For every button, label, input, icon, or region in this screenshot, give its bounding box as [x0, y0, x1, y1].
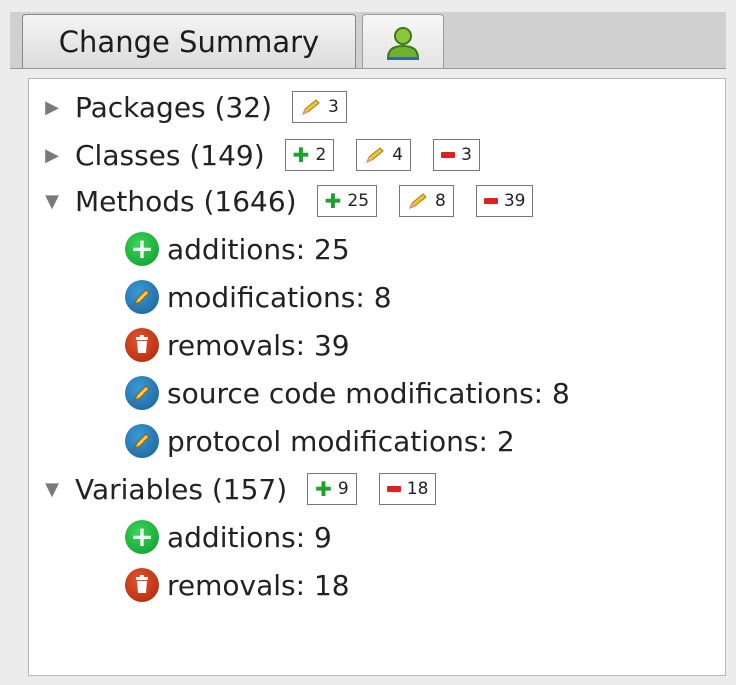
- add-icon: +: [125, 232, 159, 266]
- pencil-icon: [302, 99, 320, 115]
- tab-user[interactable]: [362, 14, 444, 68]
- tree-node-variables[interactable]: ▼ Variables (157) ✚ 9 18: [29, 467, 458, 511]
- collapse-arrow-icon[interactable]: ▼: [29, 479, 75, 500]
- added-count-badge: ✚ 25: [316, 185, 378, 217]
- modified-count-badge: 4: [356, 139, 412, 171]
- tab-change-summary[interactable]: Change Summary: [22, 14, 356, 68]
- change-summary-tree: ▶ Packages (32) 3 ▶ Classes (149) ✚ 2 4 …: [28, 78, 726, 676]
- tree-node-methods[interactable]: ▼ Methods (1646) ✚ 25 8 39: [29, 179, 555, 223]
- tree-leaf-label: additions: 25: [167, 232, 350, 266]
- tree-leaf-method-modifications[interactable]: modifications: 8: [125, 275, 392, 319]
- pencil-icon: [125, 376, 159, 410]
- tree-node-label: Methods (1646): [75, 184, 297, 218]
- tree-node-classes[interactable]: ▶ Classes (149) ✚ 2 4 3: [29, 133, 502, 177]
- pencil-icon: [125, 424, 159, 458]
- pencil-icon: [366, 147, 385, 163]
- tree-leaf-label: modifications: 8: [167, 280, 392, 314]
- trash-icon: [125, 328, 159, 362]
- removed-count: 3: [461, 145, 472, 165]
- tree-node-packages[interactable]: ▶ Packages (32) 3: [29, 85, 369, 129]
- modified-count: 3: [328, 97, 339, 117]
- tree-leaf-label: removals: 18: [167, 568, 350, 602]
- added-count-badge: ✚ 2: [284, 139, 335, 171]
- tab-bar: Change Summary: [10, 12, 726, 69]
- added-count: 25: [347, 191, 370, 211]
- tree-leaf-label: additions: 9: [167, 520, 332, 554]
- tree-node-label: Variables (157): [75, 472, 288, 506]
- user-icon: [386, 26, 420, 60]
- added-count: 9: [337, 479, 349, 499]
- minus-icon: [441, 152, 456, 158]
- added-count: 2: [315, 145, 327, 165]
- tree-node-label: Classes (149): [75, 138, 265, 172]
- tree-leaf-label: protocol modifications: 2: [167, 424, 515, 458]
- removed-count-badge: 39: [475, 185, 534, 217]
- pencil-icon: [409, 193, 427, 209]
- expand-arrow-icon[interactable]: ▶: [29, 97, 75, 118]
- tree-leaf-method-protocol-modifications[interactable]: protocol modifications: 2: [125, 419, 515, 463]
- modified-count: 4: [392, 145, 404, 165]
- trash-icon: [125, 568, 159, 602]
- minus-icon: [483, 198, 498, 204]
- removed-count: 18: [406, 479, 429, 499]
- tree-leaf-method-additions[interactable]: + additions: 25: [125, 227, 350, 271]
- minus-icon: [386, 486, 401, 492]
- tree-node-label: Packages (32): [75, 90, 273, 124]
- plus-icon: ✚: [292, 143, 310, 167]
- tree-leaf-method-source-code-modifications[interactable]: source code modifications: 8: [125, 371, 570, 415]
- tab-change-summary-label: Change Summary: [58, 24, 320, 59]
- tree-leaf-method-removals[interactable]: removals: 39: [125, 323, 350, 367]
- added-count-badge: ✚ 9: [307, 473, 357, 505]
- tree-leaf-variable-additions[interactable]: + additions: 9: [125, 515, 332, 559]
- plus-icon: ✚: [324, 189, 342, 213]
- removed-count-badge: 18: [378, 473, 437, 505]
- plus-icon: ✚: [315, 477, 332, 501]
- tree-leaf-variable-removals[interactable]: removals: 18: [125, 563, 350, 607]
- collapse-arrow-icon[interactable]: ▼: [29, 191, 75, 212]
- tree-leaf-label: removals: 39: [167, 328, 350, 362]
- modified-count-badge: 3: [292, 91, 347, 123]
- removed-count: 39: [503, 191, 526, 211]
- add-icon: +: [125, 520, 159, 554]
- removed-count-badge: 3: [433, 139, 480, 171]
- modified-count-badge: 8: [399, 185, 454, 217]
- tree-leaf-label: source code modifications: 8: [167, 376, 570, 410]
- expand-arrow-icon[interactable]: ▶: [29, 145, 75, 166]
- modified-count: 8: [435, 191, 446, 211]
- pencil-icon: [125, 280, 159, 314]
